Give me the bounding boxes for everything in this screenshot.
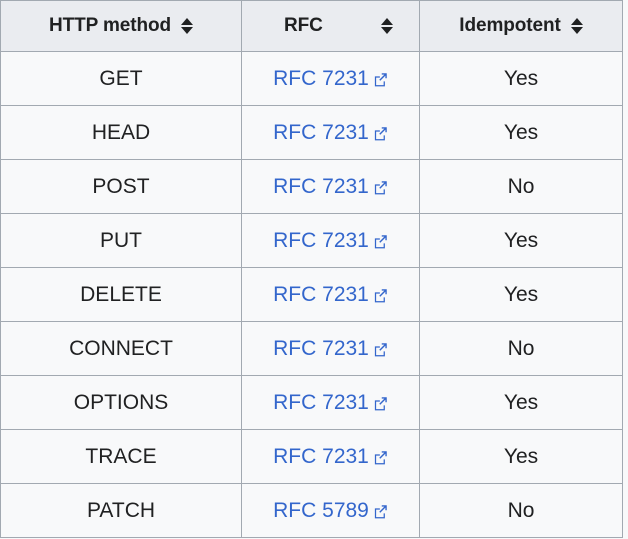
table-row: DELETE RFC 7231 Yes (1, 268, 623, 322)
cell-idempotent: Yes (420, 268, 623, 322)
external-link-icon (373, 504, 388, 519)
external-link-icon (373, 180, 388, 195)
table-row: HEAD RFC 7231 Yes (1, 106, 623, 160)
cell-idempotent: Yes (420, 52, 623, 106)
external-link-icon (373, 72, 388, 87)
rfc-link-label: RFC 7231 (273, 121, 369, 145)
cell-idempotent: Yes (420, 430, 623, 484)
rfc-link-label: RFC 7231 (273, 67, 369, 91)
cell-http-method: GET (1, 52, 242, 106)
rfc-external-link[interactable]: RFC 7231 (273, 283, 388, 307)
cell-rfc: RFC 7231 (242, 430, 420, 484)
external-link-icon (373, 450, 388, 465)
column-header-rfc[interactable]: RFC (242, 1, 420, 52)
table-row: GET RFC 7231 Yes (1, 52, 623, 106)
cell-http-method: CONNECT (1, 322, 242, 376)
rfc-link-label: RFC 7231 (273, 175, 369, 199)
rfc-external-link[interactable]: RFC 7231 (273, 175, 388, 199)
rfc-external-link[interactable]: RFC 7231 (273, 229, 388, 253)
rfc-external-link[interactable]: RFC 7231 (273, 445, 388, 469)
rfc-link-label: RFC 7231 (273, 391, 369, 415)
external-link-icon (373, 234, 388, 249)
table-header: HTTP method RFC Idempotent (1, 1, 623, 52)
rfc-link-label: RFC 7231 (273, 337, 369, 361)
column-header-idempotent[interactable]: Idempotent (420, 1, 623, 52)
external-link-icon (373, 342, 388, 357)
external-link-icon (373, 288, 388, 303)
cell-http-method: HEAD (1, 106, 242, 160)
cell-idempotent: Yes (420, 106, 623, 160)
cell-http-method: OPTIONS (1, 376, 242, 430)
rfc-link-label: RFC 7231 (273, 445, 369, 469)
cell-http-method: DELETE (1, 268, 242, 322)
rfc-link-label: RFC 5789 (273, 499, 369, 523)
rfc-external-link[interactable]: RFC 7231 (273, 337, 388, 361)
cell-idempotent: No (420, 322, 623, 376)
sort-both-icon[interactable] (181, 17, 193, 35)
column-header-label: HTTP method (49, 15, 171, 37)
cell-http-method: PATCH (1, 484, 242, 538)
sort-both-icon[interactable] (381, 17, 393, 35)
external-link-icon (373, 396, 388, 411)
cell-rfc: RFC 7231 (242, 376, 420, 430)
cell-rfc: RFC 5789 (242, 484, 420, 538)
column-header-label: RFC (284, 15, 323, 37)
cell-http-method: TRACE (1, 430, 242, 484)
cell-idempotent: Yes (420, 376, 623, 430)
table-row: CONNECT RFC 7231 No (1, 322, 623, 376)
http-method-table-container: HTTP method RFC Idempotent (0, 0, 623, 538)
table-row: TRACE RFC 7231 Yes (1, 430, 623, 484)
cell-rfc: RFC 7231 (242, 322, 420, 376)
table-row: OPTIONS RFC 7231 Yes (1, 376, 623, 430)
cell-rfc: RFC 7231 (242, 160, 420, 214)
rfc-external-link[interactable]: RFC 7231 (273, 391, 388, 415)
rfc-external-link[interactable]: RFC 5789 (273, 499, 388, 523)
cell-http-method: PUT (1, 214, 242, 268)
column-header-label: Idempotent (459, 15, 560, 37)
table-row: POST RFC 7231 No (1, 160, 623, 214)
table-row: PUT RFC 7231 Yes (1, 214, 623, 268)
external-link-icon (373, 126, 388, 141)
cell-idempotent: Yes (420, 214, 623, 268)
rfc-external-link[interactable]: RFC 7231 (273, 121, 388, 145)
cell-rfc: RFC 7231 (242, 106, 420, 160)
cell-idempotent: No (420, 484, 623, 538)
http-method-table: HTTP method RFC Idempotent (0, 0, 623, 538)
column-header-http-method[interactable]: HTTP method (1, 1, 242, 52)
cell-rfc: RFC 7231 (242, 268, 420, 322)
table-body: GET RFC 7231 Yes HEAD RFC 7231 Yes POST RFC 723… (1, 52, 623, 538)
table-header-row: HTTP method RFC Idempotent (1, 1, 623, 52)
cell-rfc: RFC 7231 (242, 214, 420, 268)
cell-idempotent: No (420, 160, 623, 214)
rfc-link-label: RFC 7231 (273, 283, 369, 307)
cell-http-method: POST (1, 160, 242, 214)
rfc-external-link[interactable]: RFC 7231 (273, 67, 388, 91)
cell-rfc: RFC 7231 (242, 52, 420, 106)
sort-both-icon[interactable] (571, 17, 583, 35)
table-row: PATCH RFC 5789 No (1, 484, 623, 538)
rfc-link-label: RFC 7231 (273, 229, 369, 253)
